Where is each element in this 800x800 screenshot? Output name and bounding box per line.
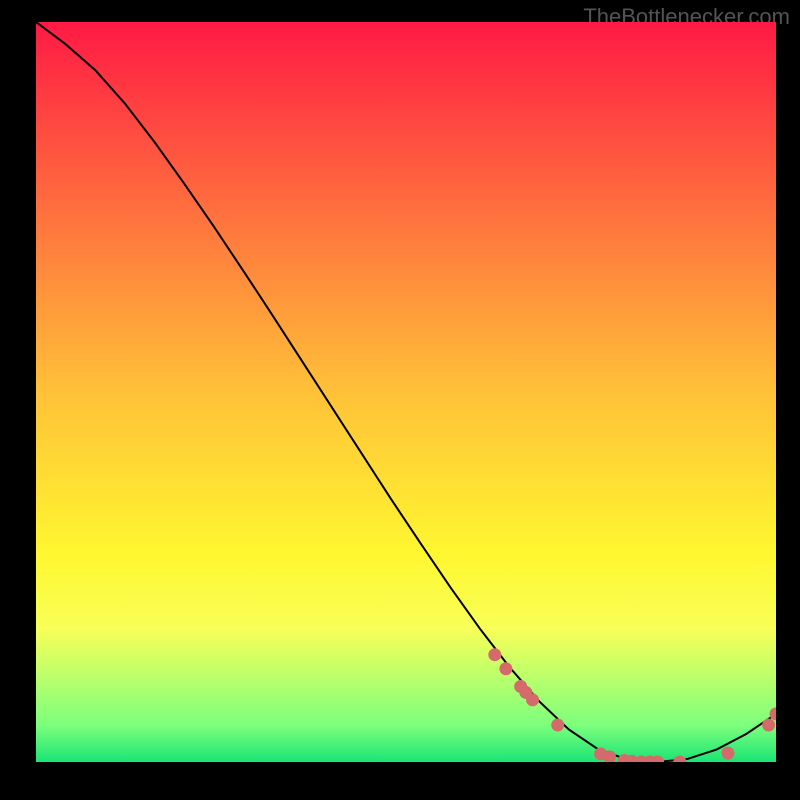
- plot-area: [36, 22, 776, 762]
- marker-dot: [721, 747, 734, 760]
- marker-dot: [526, 693, 539, 706]
- marker-dot: [551, 719, 564, 732]
- chart-container: TheBottlenecker.com: [0, 0, 800, 800]
- marker-dot: [762, 719, 775, 732]
- marker-dot: [488, 648, 501, 661]
- chart-svg: [36, 22, 776, 762]
- marker-dot: [499, 662, 512, 675]
